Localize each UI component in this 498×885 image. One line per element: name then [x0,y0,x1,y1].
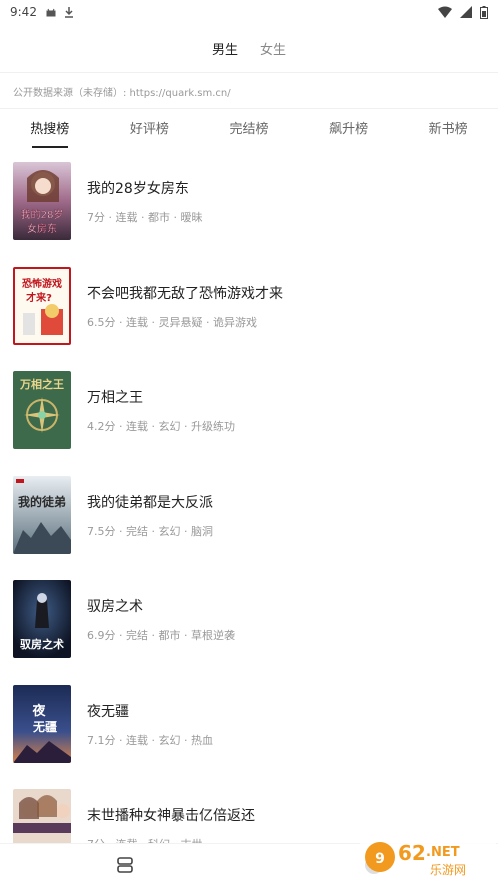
book-cover[interactable]: 恐怖游戏 才来? [13,266,71,345]
svg-text:万相之王: 万相之王 [19,377,64,391]
nav-bookshelf[interactable] [0,844,249,885]
bookshelf-icon [116,856,133,873]
cellular-signal-icon [460,6,472,18]
status-bar: 9:42 [0,0,498,24]
book-meta: 7.5分 · 完结 · 玄幻 · 脑洞 [87,524,213,538]
battery-icon [480,5,488,19]
book-title[interactable]: 不会吧我都无敌了恐怖游戏才来 [87,283,283,303]
book-meta: 4.2分 · 连载 · 玄幻 · 升级练功 [87,420,235,433]
book-item[interactable]: 驭房之术 驭房之术 6.9分 · 完结 · 都市 · 草根逆袭 [0,578,498,683]
divider [0,72,498,73]
book-title[interactable]: 驭房之术 [87,596,143,616]
svg-text:女房东: 女房东 [27,222,57,235]
watermark-logo: 9 62 .NET 乐游网 [360,834,496,880]
book-list: 我的28岁 女房东 我的28岁女房东 7分 · 连载 · 都市 · 暧昧 恐怖游… [0,160,498,885]
tab-new-books[interactable]: 新书榜 [398,112,498,150]
book-meta: 7分 · 连载 · 都市 · 暧昧 [87,211,203,224]
tab-female[interactable]: 女生 [260,39,286,58]
book-item[interactable]: 我的徒弟 我的徒弟都是大反派 7.5分 · 完结 · 玄幻 · 脑洞 [0,474,498,579]
svg-text:驭房之术: 驭房之术 [20,637,64,651]
book-item[interactable]: 我的28岁 女房东 我的28岁女房东 7分 · 连载 · 都市 · 暧昧 [0,160,498,265]
book-title[interactable]: 我的28岁女房东 [87,178,189,198]
tab-rising[interactable]: 飙升榜 [299,112,399,150]
book-meta: 7.1分 · 连载 · 玄幻 · 热血 [87,733,213,747]
svg-text:我的28岁: 我的28岁 [21,208,64,221]
book-item[interactable]: 恐怖游戏 才来? 不会吧我都无敌了恐怖游戏才来 6.5分 · 连载 · 灵异悬疑… [0,265,498,370]
book-item[interactable]: 夜 无疆 夜无疆 7.1分 · 连载 · 玄幻 · 热血 [0,683,498,788]
book-cover[interactable]: 我的徒弟 [13,475,71,554]
svg-text:无疆: 无疆 [32,720,57,734]
book-title[interactable]: 夜无疆 [87,701,129,721]
download-icon [64,7,73,18]
book-title[interactable]: 末世播种女神暴击亿倍返还 [87,805,255,825]
book-cover[interactable]: 夜 无疆 [13,684,71,763]
book-cover[interactable]: 万相之王 [13,371,71,449]
svg-text:才来?: 才来? [26,291,52,304]
gender-tabs: 男生 女生 [0,24,498,72]
tab-completed[interactable]: 完结榜 [199,112,299,150]
book-meta: 6.5分 · 连载 · 灵异悬疑 · 诡异游戏 [87,315,257,329]
tab-male[interactable]: 男生 [212,39,238,58]
wifi-icon [438,6,452,18]
data-source-note: 公开数据来源（未存储）: https://quark.sm.cn/ [13,88,231,99]
book-cover[interactable]: 驭房之术 [13,580,71,658]
status-time: 9:42 [10,5,37,19]
book-title[interactable]: 万相之王 [87,387,143,407]
svg-text:夜: 夜 [31,703,46,719]
tab-hot-search[interactable]: 热搜榜 [0,112,100,150]
svg-text:恐怖游戏: 恐怖游戏 [22,277,62,290]
book-cover[interactable]: 我的28岁 女房东 [13,162,71,240]
tab-top-rated[interactable]: 好评榜 [100,112,200,150]
svg-text:.NET: .NET [426,845,460,860]
android-notification-icon [46,8,56,17]
svg-text:9: 9 [375,851,385,867]
book-title[interactable]: 我的徒弟都是大反派 [87,492,213,512]
svg-text:62: 62 [398,841,426,865]
svg-text:我的徒弟: 我的徒弟 [18,494,66,509]
book-item[interactable]: 万相之王 万相之王 4.2分 · 连载 · 玄幻 · 升级练功 [0,369,498,474]
divider [0,108,498,109]
svg-text:乐游网: 乐游网 [430,863,466,877]
ranking-tabs: 热搜榜 好评榜 完结榜 飙升榜 新书榜 [0,112,498,150]
book-meta: 6.9分 · 完结 · 都市 · 草根逆袭 [87,629,235,642]
